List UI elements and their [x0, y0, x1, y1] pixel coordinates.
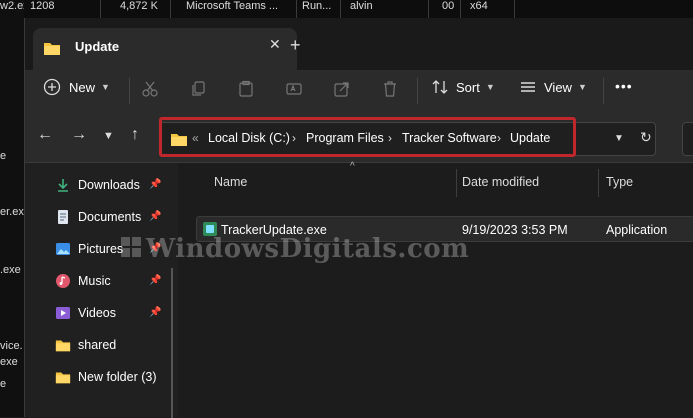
sort-label: Sort	[456, 79, 480, 95]
refresh-icon[interactable]: ↻	[640, 129, 652, 146]
bg-text: exe	[0, 356, 18, 368]
plus-circle-icon	[43, 78, 61, 96]
sidebar-item-label: Music	[78, 274, 111, 288]
bg-text: e	[0, 150, 7, 162]
bg-cell: 00	[442, 0, 455, 12]
download-icon	[58, 179, 68, 192]
cut-icon[interactable]	[141, 80, 159, 98]
column-header-name[interactable]: Name	[214, 175, 247, 189]
sidebar-item-label: shared	[78, 338, 117, 352]
navigation-pane: Downloads 📌 Documents 📌 Pictures 📌 Music…	[25, 163, 177, 418]
sidebar-item-label: Downloads	[78, 178, 140, 192]
bg-text: .exe	[0, 264, 21, 276]
new-label: New	[69, 79, 96, 95]
file-type: Application	[606, 223, 668, 237]
copy-icon[interactable]	[189, 80, 207, 98]
forward-arrow-icon[interactable]: →	[71, 126, 87, 144]
sidebar-item-new-folder-3[interactable]: New folder (3)	[55, 365, 157, 389]
chevron-down-icon: ▼	[577, 82, 587, 92]
close-tab-icon[interactable]: ✕	[269, 36, 281, 53]
chevron-down-icon: ▼	[485, 82, 495, 92]
tab-update[interactable]: Update ✕	[33, 28, 297, 70]
bg-cell: Microsoft Teams ...	[186, 0, 279, 12]
file-list: ^ Name Date modified Type TrackerUpdate.…	[178, 161, 693, 417]
tab-title: Update	[75, 39, 120, 54]
search-input[interactable]	[682, 122, 693, 156]
bg-cell: x64	[470, 0, 488, 12]
share-icon[interactable]	[333, 80, 351, 98]
rename-icon[interactable]	[285, 80, 303, 98]
column-header-type[interactable]: Type	[606, 175, 633, 189]
sidebar-item-label: Documents	[78, 210, 142, 224]
documents-icon	[58, 210, 68, 224]
watermark-text: WindowsDigitals.com	[146, 234, 470, 264]
bg-cell: Run...	[302, 0, 332, 12]
sort-ascending-icon: ^	[350, 161, 355, 172]
up-arrow-icon[interactable]: ↑	[131, 126, 139, 144]
view-button[interactable]: View ▼	[519, 78, 587, 96]
view-icon	[521, 82, 535, 92]
view-label: View	[544, 79, 572, 95]
tab-bar: Update ✕ +	[25, 18, 693, 70]
sidebar-item-videos[interactable]: Videos	[55, 301, 116, 325]
folder-icon	[55, 340, 71, 352]
delete-icon[interactable]	[381, 80, 399, 98]
background-window-top: 1208 4,872 K Microsoft Teams ... Run... …	[24, 0, 693, 18]
background-window-left: w2.exe e er.exe .exe vice. exe e	[0, 0, 35, 417]
folder-icon	[55, 372, 71, 384]
sidebar-scrollbar[interactable]	[171, 268, 173, 418]
column-header-date[interactable]: Date modified	[462, 175, 539, 189]
sidebar-item-shared[interactable]: shared	[55, 333, 116, 357]
sort-icon	[432, 80, 448, 94]
recent-locations-icon[interactable]: ▼	[103, 130, 114, 142]
sidebar-item-label: New folder (3)	[78, 370, 157, 384]
pin-icon[interactable]: 📌	[149, 179, 161, 190]
see-more-button[interactable]: •••	[615, 78, 633, 94]
bg-cell: alvin	[350, 0, 373, 12]
file-date: 9/19/2023 3:53 PM	[462, 223, 568, 237]
address-row: ← → ▼ ↑ « Local Disk (C:) › Program File…	[25, 110, 693, 163]
bg-cell: 1208	[30, 0, 55, 12]
sidebar-item-music[interactable]: Music	[55, 269, 111, 293]
sidebar-item-documents[interactable]: Documents	[55, 205, 141, 229]
videos-icon	[56, 307, 70, 319]
sort-button[interactable]: Sort ▼	[431, 78, 495, 96]
watermark-logo-icon	[121, 237, 141, 257]
chevron-down-icon: ▼	[101, 82, 110, 92]
pin-icon[interactable]: 📌	[149, 275, 161, 286]
new-button[interactable]: New ▼	[43, 78, 110, 96]
folder-icon	[44, 43, 60, 55]
sidebar-item-pictures[interactable]: Pictures	[55, 237, 123, 261]
file-explorer-window: Update ✕ + New ▼ Sort ▼ View ▼ ••• ← → ▼…	[24, 18, 693, 418]
sidebar-item-downloads[interactable]: Downloads	[55, 173, 140, 197]
paste-icon[interactable]	[237, 80, 255, 98]
bg-text: vice.	[0, 340, 23, 352]
sidebar-item-label: Pictures	[78, 242, 124, 256]
back-arrow-icon[interactable]: ←	[37, 126, 53, 144]
sidebar-item-label: Videos	[78, 306, 116, 320]
new-tab-button[interactable]: +	[290, 35, 301, 56]
pictures-icon	[56, 243, 70, 255]
pin-icon[interactable]: 📌	[149, 211, 161, 222]
command-bar: New ▼ Sort ▼ View ▼ •••	[25, 70, 693, 110]
bg-cell: 4,872 K	[120, 0, 158, 12]
address-dropdown-icon[interactable]: ▼	[614, 133, 624, 144]
bg-text: e	[0, 378, 7, 390]
music-icon	[56, 274, 70, 288]
address-bar-highlight	[159, 117, 576, 157]
pin-icon[interactable]: 📌	[149, 307, 161, 318]
